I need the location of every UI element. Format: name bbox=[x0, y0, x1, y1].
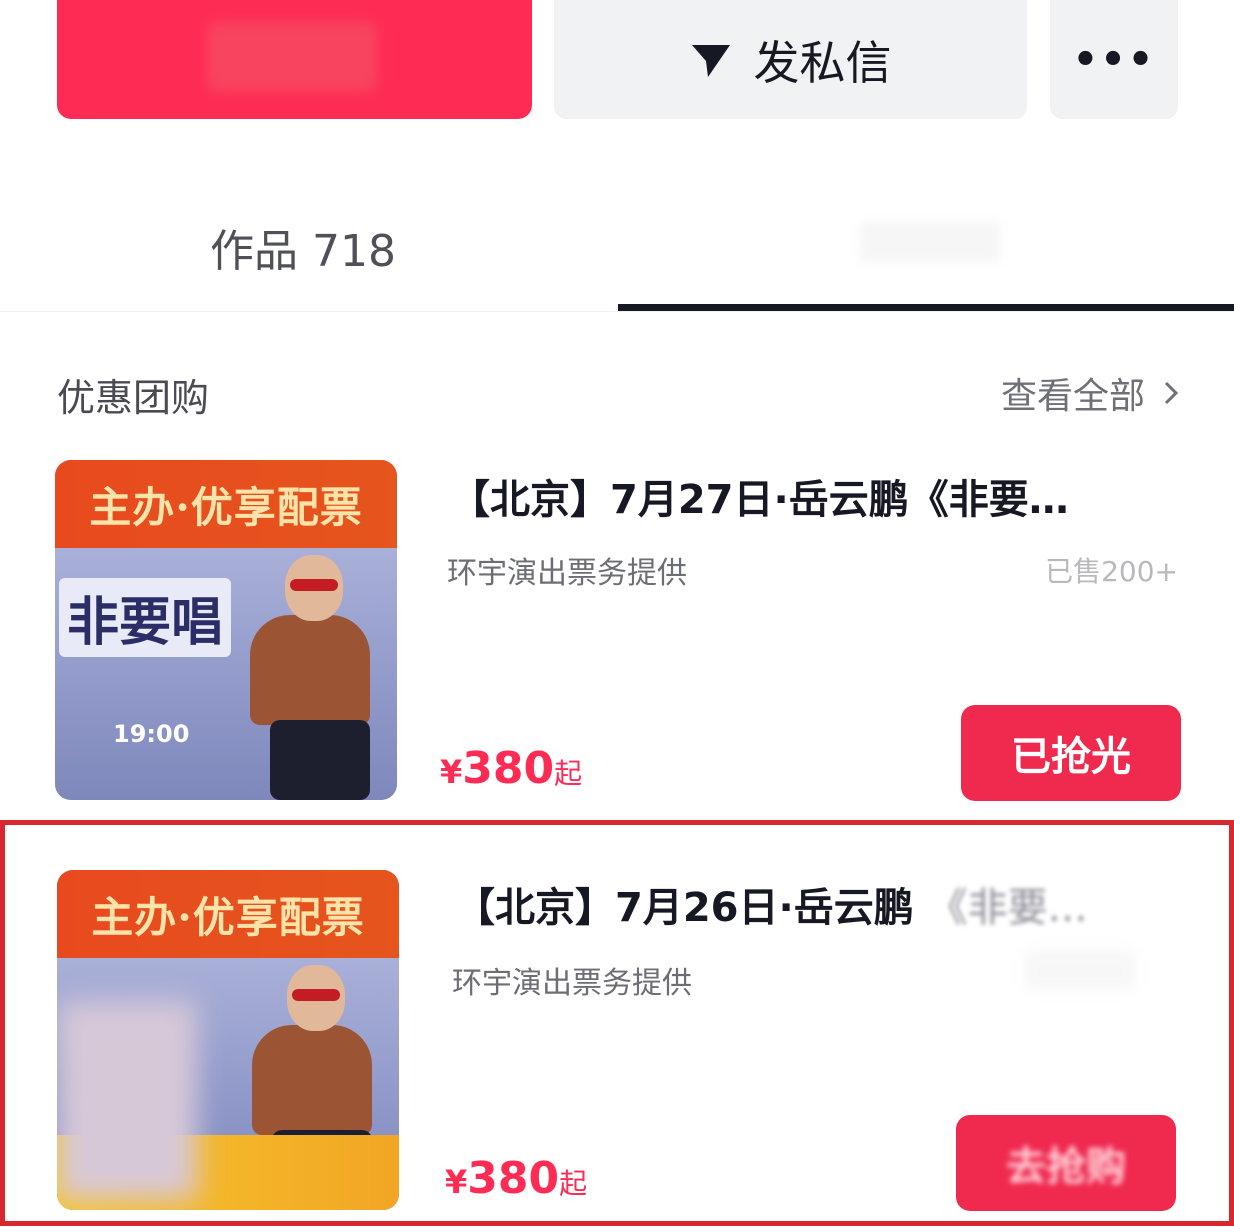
sold-out-label: 已抢光 bbox=[1011, 734, 1131, 780]
view-all-label: 查看全部 bbox=[1000, 376, 1145, 417]
deal-title-blurred: 《非要… bbox=[927, 885, 1088, 931]
section-title: 优惠团购 bbox=[57, 376, 210, 420]
deal-title[interactable]: 【北京】7月27日·岳云鹏《非要… bbox=[450, 467, 1069, 525]
deal-provider: 环宇演出票务提供 bbox=[452, 966, 692, 1001]
deal-poster-image[interactable]: 主办·优享配票 非要唱 19:00 bbox=[55, 460, 397, 800]
follow-button[interactable] bbox=[57, 0, 532, 119]
tab-other[interactable] bbox=[860, 222, 1000, 262]
tab-works[interactable]: 作品 718 bbox=[210, 215, 396, 279]
chevron-right-icon bbox=[1164, 381, 1179, 405]
paper-plane-icon bbox=[691, 44, 730, 77]
buy-label: 去抢购 bbox=[1006, 1144, 1126, 1190]
price-value: 380 bbox=[462, 743, 555, 794]
poster-blur bbox=[57, 1000, 197, 1200]
deal-sold-count-blurred bbox=[1025, 950, 1135, 990]
poster-time: 19:00 bbox=[113, 720, 190, 748]
tab-active-indicator bbox=[618, 304, 1234, 311]
poster-banner-text: 主办·优享配票 bbox=[89, 482, 363, 532]
tab-divider bbox=[0, 311, 1234, 312]
price-currency: ¥ bbox=[445, 1163, 468, 1201]
deal-poster-image[interactable]: 主办·优享配票 bbox=[57, 870, 399, 1210]
deal-price: ¥ 380 起 bbox=[440, 743, 582, 794]
deal-title[interactable]: 【北京】7月26日·岳云鹏 《非要… bbox=[455, 875, 1088, 933]
price-currency: ¥ bbox=[440, 753, 463, 791]
view-all-link[interactable]: 查看全部 bbox=[1001, 367, 1179, 419]
price-value: 380 bbox=[467, 1153, 560, 1204]
sold-out-button[interactable]: 已抢光 bbox=[961, 705, 1181, 801]
poster-show-title: 非要唱 bbox=[59, 578, 232, 657]
price-suffix: 起 bbox=[559, 1167, 588, 1200]
more-icon: ••• bbox=[1072, 36, 1156, 83]
deal-sold-count: 已售200+ bbox=[1045, 555, 1178, 588]
send-message-button[interactable]: 发私信 bbox=[554, 0, 1027, 119]
poster-performer bbox=[230, 555, 380, 800]
deal-provider: 环宇演出票务提供 bbox=[447, 556, 687, 591]
send-message-label: 发私信 bbox=[753, 35, 892, 90]
price-suffix: 起 bbox=[554, 757, 583, 790]
more-options-button[interactable]: ••• bbox=[1050, 0, 1178, 119]
deal-price: ¥ 380 起 bbox=[445, 1153, 587, 1204]
deal-card[interactable]: 主办·优享配票 非要唱 19:00 【北京】7月27日·岳云鹏《非要… 环宇演出… bbox=[0, 455, 1234, 805]
deal-title-main: 【北京】7月26日·岳云鹏 bbox=[455, 885, 914, 931]
buy-button[interactable]: 去抢购 bbox=[956, 1115, 1176, 1211]
poster-banner-text: 主办·优享配票 bbox=[91, 892, 365, 942]
deal-card-highlighted[interactable]: 主办·优享配票 【北京】7月26日·岳云鹏 《非要… 环宇演出票务提供 ¥ 38… bbox=[0, 820, 1234, 1226]
